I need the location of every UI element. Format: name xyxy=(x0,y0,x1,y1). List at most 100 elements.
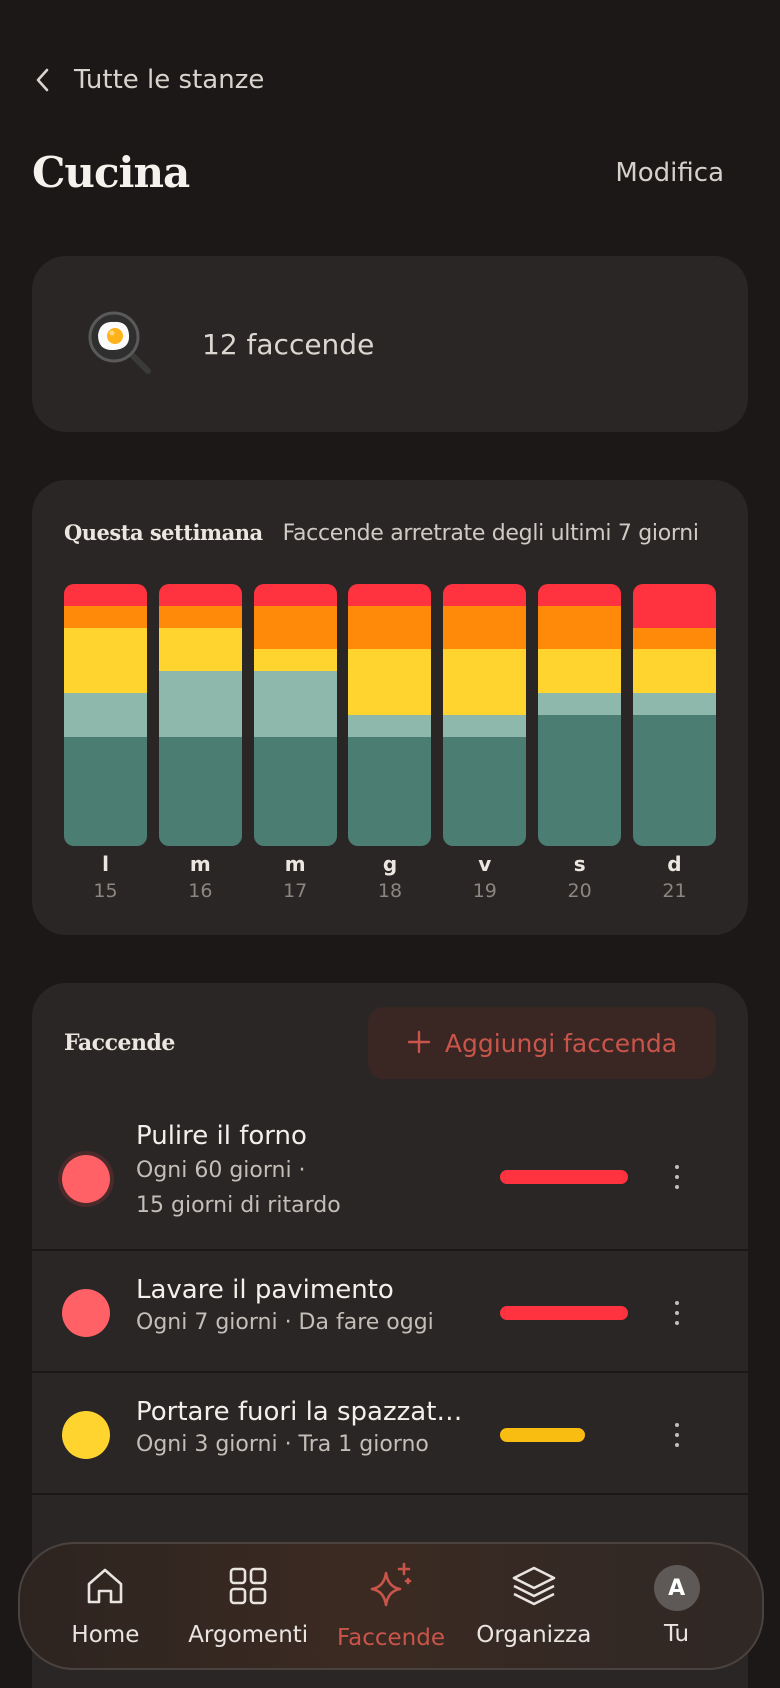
chart-bar-segment xyxy=(158,605,242,628)
tab-organizza[interactable]: Organizza xyxy=(464,1564,604,1648)
chart-bar-segment xyxy=(443,649,527,715)
chart-bar-segment xyxy=(64,605,147,628)
chart-day-label: g xyxy=(382,852,398,876)
chart-bar-segment xyxy=(443,736,527,846)
sparkle-icon xyxy=(366,1561,416,1615)
tab-tu[interactable]: A Tu xyxy=(607,1565,747,1647)
chore-row[interactable]: Portare fuori la spazzatu… Ogni 3 giorni… xyxy=(32,1375,748,1495)
chart-x-labels: l 15 m 16 m 17 g 18 v 19 s 20 d 21 xyxy=(64,852,716,902)
chart-bar xyxy=(632,584,716,846)
week-subtitle: Faccende arretrate degli ultimi 7 giorni xyxy=(282,521,699,546)
chart-date-label: 17 xyxy=(283,880,308,902)
chart-bar-segment xyxy=(443,714,527,737)
week-header: Questa settimana Faccende arretrate degl… xyxy=(64,520,716,546)
tab-faccende[interactable]: Faccende xyxy=(321,1561,461,1651)
tab-label: Faccende xyxy=(336,1625,445,1651)
page-header: Cucina Modifica xyxy=(32,148,724,197)
chores-header: Faccende Aggiungi faccenda xyxy=(64,1007,716,1079)
chore-row[interactable]: Pulire il forno Ogni 60 giorni · 15 gior… xyxy=(32,1103,748,1251)
chart-date-label: 18 xyxy=(377,880,403,902)
chart-bar-segment xyxy=(348,714,432,737)
chart-bar xyxy=(443,584,527,846)
chore-status-dot xyxy=(62,1155,110,1203)
page-title: Cucina xyxy=(32,148,190,197)
tab-argomenti[interactable]: Argomenti xyxy=(178,1564,318,1648)
chart-bar-segment xyxy=(632,584,716,628)
chart-bar xyxy=(253,584,337,846)
chart-bar-segment xyxy=(158,627,242,672)
add-chore-button[interactable]: Aggiungi faccenda xyxy=(368,1007,716,1079)
chart-bar-segment xyxy=(538,714,622,846)
back-link-label: Tutte le stanze xyxy=(74,65,265,95)
chart-day-label: d xyxy=(667,852,682,876)
chart-bar-segment xyxy=(64,693,147,737)
tab-label: Home xyxy=(71,1622,140,1648)
chart-bar-segment xyxy=(158,736,242,846)
chart-bar xyxy=(64,584,147,846)
layers-icon xyxy=(510,1564,558,1612)
stacked-bar-chart xyxy=(64,584,716,846)
chart-x-label: g 18 xyxy=(348,852,431,902)
chart-bar-segment xyxy=(64,627,147,694)
room-summary-card: 12 faccende xyxy=(32,256,748,432)
week-chart-card: Questa settimana Faccende arretrate degl… xyxy=(32,480,748,935)
chart-bar-segment xyxy=(538,693,622,715)
chart-date-label: 21 xyxy=(662,880,687,902)
chart-day-label: v xyxy=(478,852,492,876)
chart-bar-segment xyxy=(253,605,337,650)
chart-bar-segment xyxy=(64,584,147,606)
more-options-icon[interactable] xyxy=(672,1165,682,1189)
chore-progress-bar xyxy=(500,1170,628,1184)
chore-due: 15 giorni di ritardo xyxy=(136,1193,341,1219)
chart-day-label: m xyxy=(189,852,211,876)
chart-day-label: l xyxy=(102,852,109,876)
chart-bar-segment xyxy=(158,584,242,606)
chart-bar-segment xyxy=(348,584,432,606)
more-options-icon[interactable] xyxy=(672,1423,682,1447)
chart-date-label: 19 xyxy=(472,880,497,902)
more-options-icon[interactable] xyxy=(672,1301,682,1325)
chart-x-label: m 16 xyxy=(159,852,242,902)
chart-bar-segment xyxy=(348,736,432,846)
week-title: Questa settimana xyxy=(64,520,263,545)
chart-bar-segment xyxy=(538,605,622,650)
chore-name: Lavare il pavimento xyxy=(136,1275,394,1305)
chore-frequency: Ogni 60 giorni · xyxy=(136,1158,306,1183)
chore-row[interactable]: Lavare il pavimento Ogni 7 giorni · Da f… xyxy=(32,1253,748,1373)
chart-date-label: 20 xyxy=(567,880,592,902)
chart-bar-segment xyxy=(632,693,716,715)
chart-x-label: s 20 xyxy=(538,852,621,902)
chore-meta: Ogni 7 giorni · Da fare oggi xyxy=(136,1310,434,1335)
chart-bar xyxy=(538,584,622,846)
chart-bar-segment xyxy=(348,649,432,715)
chart-bar-segment xyxy=(443,584,527,606)
chart-bar-segment xyxy=(253,736,337,846)
chart-date-label: 15 xyxy=(93,880,118,902)
chore-meta: Ogni 3 giorni · Tra 1 giorno xyxy=(136,1432,429,1457)
chart-x-label: v 19 xyxy=(443,852,526,902)
tab-label: Organizza xyxy=(476,1622,592,1648)
chart-bar xyxy=(158,584,242,846)
chore-progress-bar xyxy=(500,1428,585,1442)
chart-x-label: d 21 xyxy=(633,852,716,902)
tab-home[interactable]: Home xyxy=(35,1564,175,1648)
tab-label: Argomenti xyxy=(188,1622,309,1648)
bottom-tab-bar: Home Argomenti Faccende Organizza A Tu xyxy=(18,1542,764,1670)
chart-date-label: 16 xyxy=(188,880,213,902)
chore-count: 12 faccende xyxy=(202,327,375,361)
edit-button[interactable]: Modifica xyxy=(615,158,724,188)
chart-bar-segment xyxy=(632,649,716,694)
chart-x-label: l 15 xyxy=(64,852,147,902)
chore-name: Pulire il forno xyxy=(136,1121,307,1151)
back-link[interactable]: Tutte le stanze xyxy=(34,60,264,100)
chart-bar-segment xyxy=(632,627,716,650)
tab-label: Tu xyxy=(664,1621,690,1647)
chevron-left-icon xyxy=(34,66,56,94)
chart-bar-segment xyxy=(64,736,147,846)
frying-pan-egg-icon xyxy=(84,307,154,381)
chart-bar xyxy=(348,584,432,846)
chart-bar-segment xyxy=(253,671,337,737)
chart-bar-segment xyxy=(538,649,622,694)
chore-name: Portare fuori la spazzatu… xyxy=(136,1397,476,1427)
chart-bar-segment xyxy=(348,605,432,650)
